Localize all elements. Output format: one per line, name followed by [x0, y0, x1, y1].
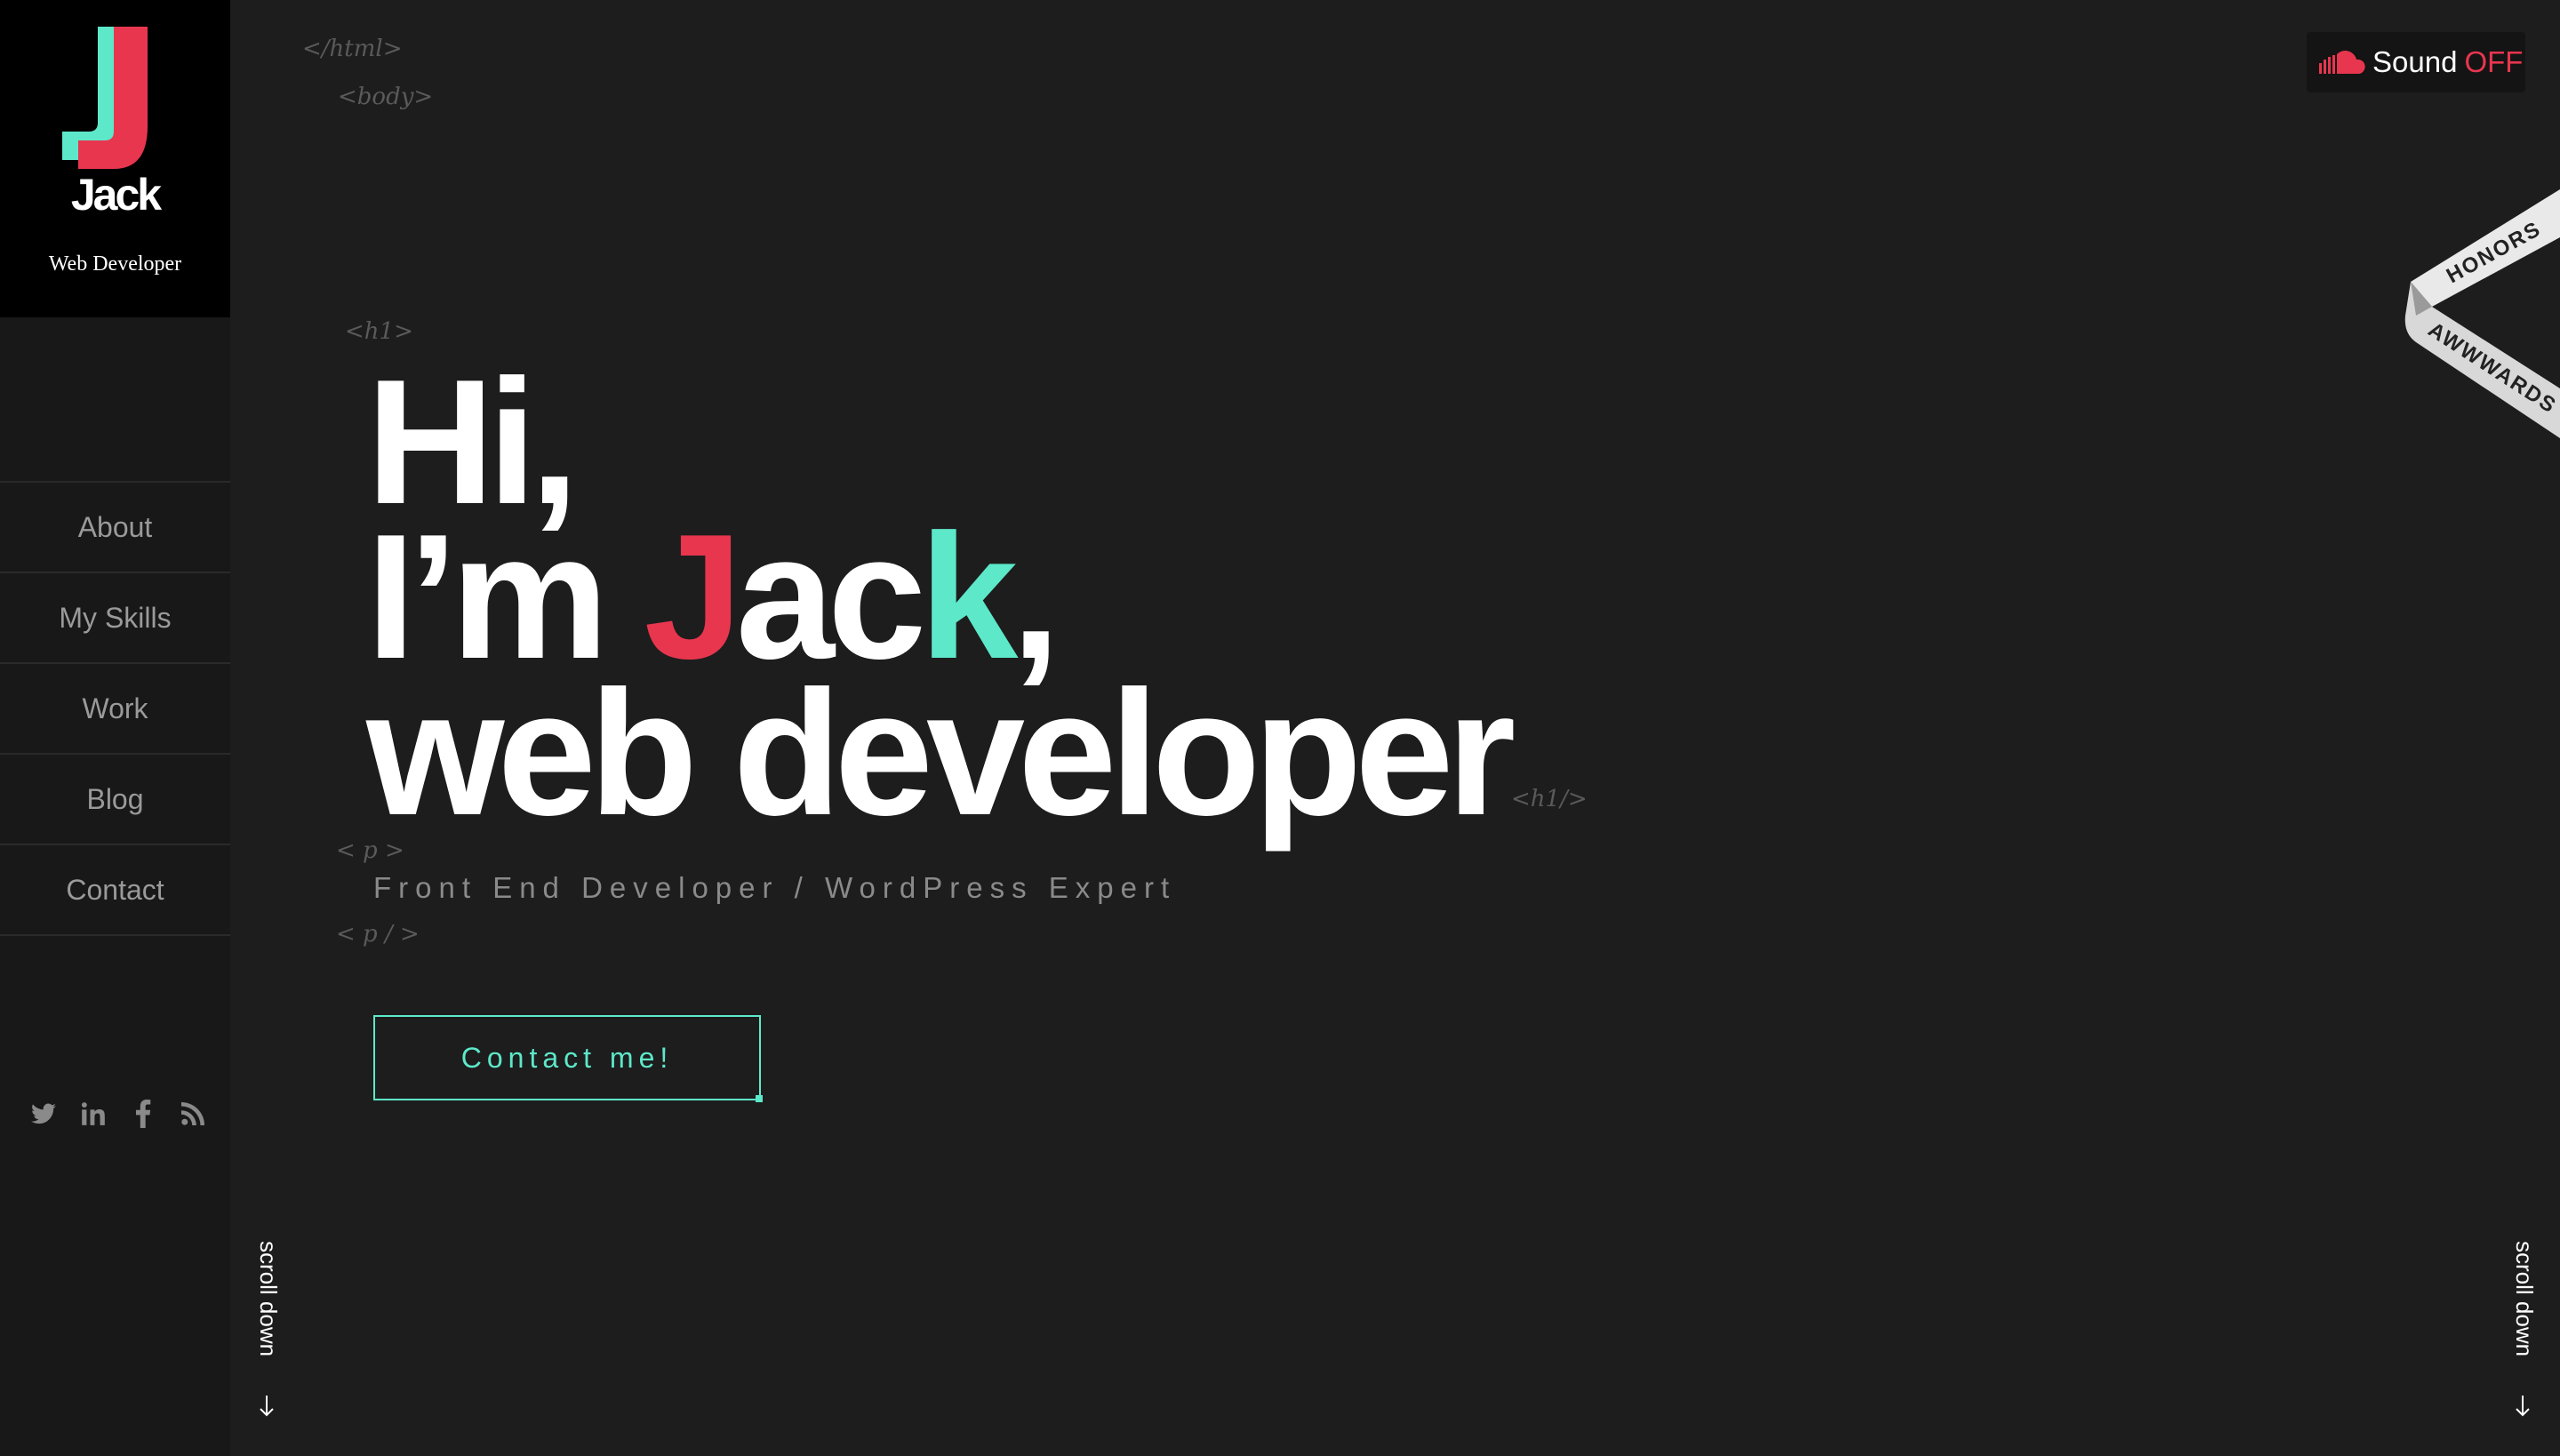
sidebar: Jack Web Developer About My Skills Work …: [0, 0, 230, 1456]
logo-block[interactable]: Jack Web Developer: [0, 0, 230, 317]
soundcloud-icon: [2319, 51, 2365, 74]
nav-item-work[interactable]: Work: [0, 664, 230, 755]
facebook-icon[interactable]: [130, 1100, 156, 1128]
code-tag-h1-open: <h1>: [345, 318, 413, 345]
hero-line-role: web developer: [366, 654, 1516, 852]
page-root: Jack Web Developer About My Skills Work …: [0, 0, 2560, 1456]
linkedin-icon[interactable]: [80, 1100, 107, 1127]
code-tag-p-close: < p / >: [336, 921, 420, 948]
rss-icon[interactable]: [180, 1100, 206, 1127]
brand-name: Jack: [70, 170, 162, 220]
ribbon-awwwards-text: AWWWARDS: [2424, 317, 2560, 418]
twitter-icon[interactable]: [30, 1100, 57, 1127]
awwwards-honors-ribbon[interactable]: HONORS AWWWARDS: [2400, 182, 2560, 440]
scroll-down-label-right: scroll down: [2511, 1241, 2538, 1357]
sound-label: Sound: [2372, 45, 2458, 78]
scroll-down-label-left: scroll down: [255, 1241, 282, 1357]
code-tag-body-open: <body>: [338, 84, 434, 110]
main-nav: About My Skills Work Blog Contact: [0, 481, 230, 936]
sound-state: OFF: [2464, 45, 2524, 78]
logo-j-icon: [62, 27, 148, 169]
scroll-down-right[interactable]: scroll down: [2510, 1241, 2546, 1428]
nav-item-contact[interactable]: Contact: [0, 845, 230, 936]
nav-item-my-skills[interactable]: My Skills: [0, 573, 230, 664]
code-tag-h1-close: <h1/>: [1511, 786, 1588, 812]
arrow-down-icon: [2516, 1396, 2530, 1417]
hero-subtitle: Front End Developer / WordPress Expert: [373, 871, 1177, 904]
brand-tagline: Web Developer: [48, 252, 182, 276]
social-links: [30, 1100, 206, 1128]
nav-item-about[interactable]: About: [0, 483, 230, 573]
scroll-down-left[interactable]: scroll down: [254, 1241, 290, 1428]
code-tag-html-close: </html>: [302, 36, 403, 62]
nav-item-blog[interactable]: Blog: [0, 755, 230, 845]
contact-me-button[interactable]: Contact me!: [373, 1015, 763, 1102]
arrow-down-icon: [260, 1396, 274, 1417]
sound-toggle[interactable]: Sound OFF: [2307, 32, 2525, 92]
